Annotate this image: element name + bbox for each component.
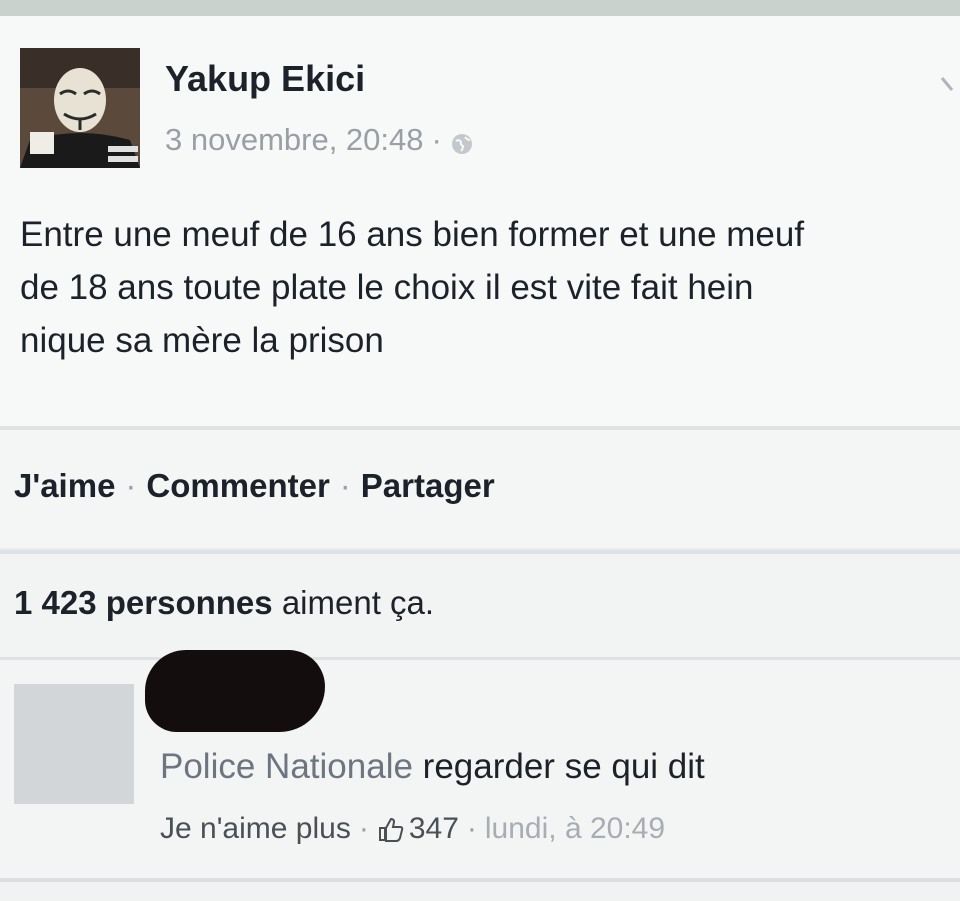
share-link[interactable]: Partager [361,467,495,505]
action-links: J'aime · Commenter · Partager [14,467,495,505]
commenter-avatar[interactable] [14,684,134,804]
action-separator: · [339,467,351,504]
comment-time[interactable]: lundi, à 20:49 [485,812,665,846]
post-text-line: Entre une meuf de 16 ans bien former et … [20,215,805,254]
post-meta: 3 novembre, 20:48 · [165,122,474,158]
post-text: Entre une meuf de 16 ans bien former et … [20,208,960,367]
masked-person-image [20,48,140,168]
unlike-link[interactable]: Je n'aime plus [160,812,351,846]
post-text-line: de 18 ans toute plate le choix il est vi… [20,268,754,307]
post-timestamp[interactable]: 3 novembre, 20:48 [165,122,424,158]
thumbs-up-icon[interactable] [377,815,405,843]
likes-summary[interactable]: 1 423 personnes aiment ça. [14,584,434,622]
post-text-line: nique sa mère la prison [20,321,384,360]
chevron-down-icon[interactable] [940,68,960,107]
likes-count-people[interactable]: 1 423 personnes [14,584,273,621]
redaction-mark [145,650,325,732]
top-edge [0,0,960,16]
mention-link[interactable]: Police Nationale [160,747,413,786]
comment-body: regarder se qui dit [422,747,705,786]
comment-text: Police Nationale regarder se qui dit [160,747,705,787]
meta-separator: · [431,122,442,157]
meta-separator: · [466,812,477,845]
like-link[interactable]: J'aime [14,467,115,505]
meta-separator: · [358,812,369,845]
likes-summary-rest: aiment ça. [281,584,435,621]
globe-icon[interactable] [450,128,474,154]
bottom-edge [0,882,960,901]
action-separator: · [125,467,137,504]
comment-like-count[interactable]: 347 [409,812,459,846]
author-avatar[interactable] [20,48,140,168]
comment-meta: Je n'aime plus · 347 · lundi, à 20:49 [160,812,665,846]
post-author-name[interactable]: Yakup Ekici [165,58,365,100]
comment-link[interactable]: Commenter [146,467,329,505]
